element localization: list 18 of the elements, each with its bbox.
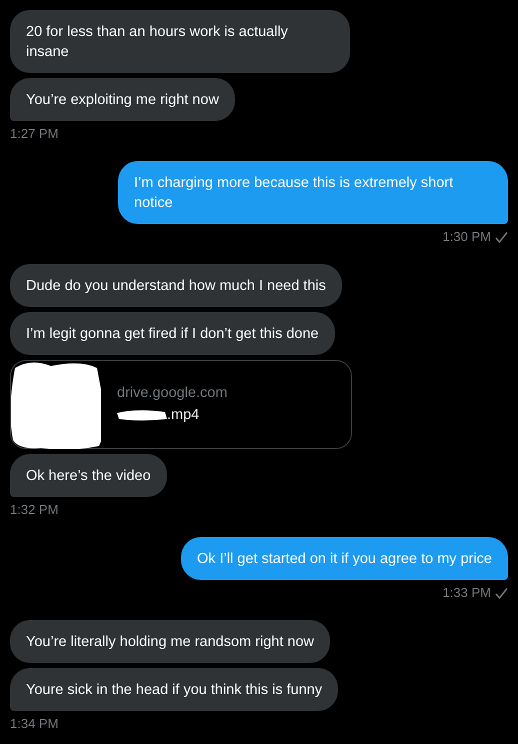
link-preview-card[interactable]: drive.google.com .mp4: [10, 360, 352, 449]
redaction-scribble: [117, 407, 167, 424]
timestamp: 1:32 PM: [10, 501, 58, 519]
message-bubble: Ok here’s the video: [10, 454, 167, 497]
timestamp: 1:34 PM: [10, 715, 58, 733]
message-bubble: You’re exploiting me right now: [10, 78, 235, 121]
timestamp: 1:33 PM: [442, 584, 491, 602]
message-bubble: You’re literally holding me randsom right now: [10, 620, 330, 663]
message-bubble: Ok I’ll get started on it if you agree to my price: [181, 537, 508, 580]
message-bubble: Dude do you understand how much I need this: [10, 264, 342, 307]
message-bubble: I’m legit gonna get fired if I don’t get this done: [10, 312, 335, 355]
file-name: .mp4: [167, 406, 200, 424]
link-domain[interactable]: drive.google.com: [117, 382, 228, 404]
message-bubble: 20 for less than an hours work is actually insane: [10, 10, 350, 73]
timestamp: 1:27 PM: [10, 125, 58, 143]
message-bubble: Youre sick in the head if you think this is funny: [10, 668, 338, 711]
message-bubble: I’m charging more because this is extremely short notice: [118, 161, 508, 224]
timestamp: 1:30 PM: [442, 228, 491, 246]
